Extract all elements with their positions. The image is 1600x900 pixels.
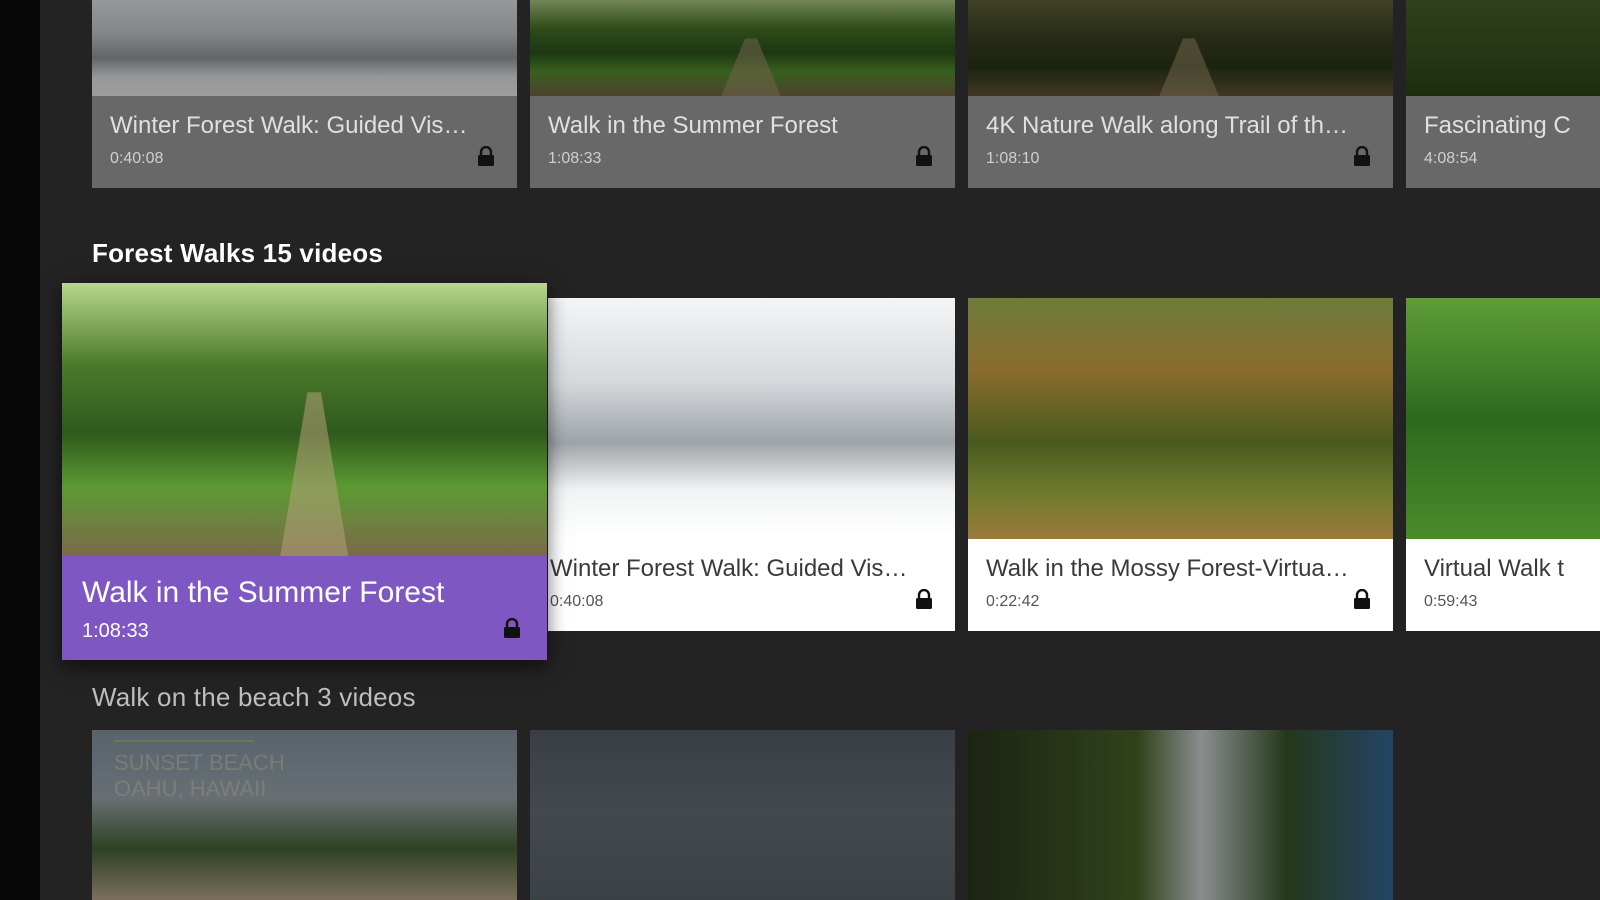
video-thumbnail xyxy=(530,730,955,900)
thumbnail-caption: SUNSET BEACH OAHU, HAWAII xyxy=(114,740,285,801)
video-duration: 4:08:54 xyxy=(1424,150,1478,167)
card-info: Walk in the Summer Forest 1:08:33 xyxy=(62,556,547,660)
video-title: 4K Nature Walk along Trail of the ... xyxy=(986,112,1353,139)
video-title: Winter Forest Walk: Guided Visual... xyxy=(110,112,477,139)
video-thumbnail xyxy=(530,0,955,96)
video-duration: 1:08:33 xyxy=(82,620,149,642)
lock-icon xyxy=(1354,146,1370,166)
card-info: Winter Forest Walk: Guided Visual... 0:4… xyxy=(548,539,955,631)
video-thumbnail xyxy=(62,283,547,556)
lock-icon xyxy=(916,146,932,166)
video-card[interactable]: SUNSET BEACH OAHU, HAWAII xyxy=(92,730,517,900)
card-info: Winter Forest Walk: Guided Visual... 0:4… xyxy=(92,96,517,188)
card-info: Walk in the Summer Forest 1:08:33 xyxy=(530,96,955,188)
video-title: Winter Forest Walk: Guided Visual... xyxy=(550,555,915,582)
video-title: Walk in the Mossy Forest-Virtual ... xyxy=(986,555,1353,582)
side-rail xyxy=(0,0,40,900)
video-duration: 0:40:08 xyxy=(550,593,604,610)
video-duration: 1:08:33 xyxy=(548,150,602,167)
video-duration: 0:22:42 xyxy=(986,593,1040,610)
video-card[interactable]: Walk in the Summer Forest 1:08:33 xyxy=(530,0,955,188)
lock-icon xyxy=(504,618,520,638)
video-card-selected[interactable]: Walk in the Summer Forest 1:08:33 xyxy=(62,283,547,660)
video-thumbnail xyxy=(548,298,955,539)
video-thumbnail xyxy=(1406,0,1600,96)
video-thumbnail: SUNSET BEACH OAHU, HAWAII xyxy=(92,730,517,900)
video-duration: 1:08:10 xyxy=(986,150,1040,167)
card-info: Fascinating C 4:08:54 xyxy=(1406,96,1600,188)
video-card[interactable] xyxy=(968,730,1393,900)
video-title: Virtual Walk t xyxy=(1424,555,1565,582)
video-card[interactable]: Virtual Walk t 0:59:43 xyxy=(1406,298,1600,631)
video-title: Fascinating C xyxy=(1424,112,1571,139)
video-title: Walk in the Summer Forest xyxy=(548,112,838,139)
row-title-beach: Walk on the beach 3 videos xyxy=(92,682,416,712)
video-duration: 0:59:43 xyxy=(1424,593,1478,610)
lock-icon xyxy=(916,589,932,609)
lock-icon xyxy=(1354,589,1370,609)
card-info: Walk in the Mossy Forest-Virtual ... 0:2… xyxy=(968,539,1393,631)
video-duration: 0:40:08 xyxy=(110,150,164,167)
video-card[interactable]: Winter Forest Walk: Guided Visual... 0:4… xyxy=(92,0,517,188)
lock-icon xyxy=(478,146,494,166)
video-thumbnail xyxy=(968,298,1393,539)
video-thumbnail xyxy=(92,0,517,96)
video-card[interactable] xyxy=(530,730,955,900)
card-info: 4K Nature Walk along Trail of the ... 1:… xyxy=(968,96,1393,188)
video-card[interactable]: Winter Forest Walk: Guided Visual... 0:4… xyxy=(548,298,955,631)
video-card[interactable]: Fascinating C 4:08:54 xyxy=(1406,0,1600,188)
row-title-forest-walks: Forest Walks 15 videos xyxy=(92,238,383,268)
video-card[interactable]: 4K Nature Walk along Trail of the ... 1:… xyxy=(968,0,1393,188)
video-card[interactable]: Walk in the Mossy Forest-Virtual ... 0:2… xyxy=(968,298,1393,631)
video-title: Walk in the Summer Forest xyxy=(82,576,445,609)
video-thumbnail xyxy=(968,730,1393,900)
video-thumbnail xyxy=(968,0,1393,96)
card-info: Virtual Walk t 0:59:43 xyxy=(1406,539,1600,631)
video-thumbnail xyxy=(1406,298,1600,539)
